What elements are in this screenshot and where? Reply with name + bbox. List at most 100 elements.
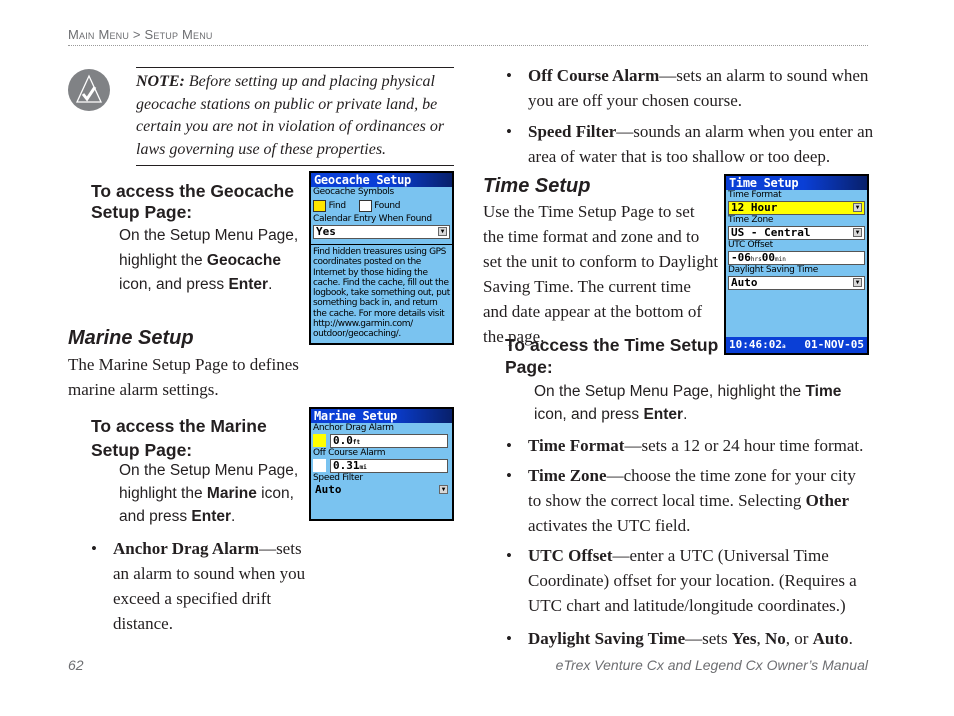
off-course-value: 0.31: [333, 459, 360, 472]
breadcrumb-setup-menu: Setup Menu: [144, 27, 213, 42]
off-course-row: 0.31mi: [313, 459, 450, 473]
bullet-term: Time Zone: [528, 466, 607, 485]
manual-title: eTrex Venture Cx and Legend Cx Owner’s M…: [555, 657, 868, 673]
step-bold-enter: Enter: [643, 406, 684, 423]
symbols-row: Find Found: [311, 198, 452, 214]
dst-value: Auto: [731, 276, 758, 289]
step-text: .: [231, 508, 236, 525]
geocache-access-step: On the Setup Menu Page, highlight the Ge…: [119, 224, 309, 298]
speed-filter-value: Auto: [315, 483, 342, 496]
calendar-entry-value: Yes: [316, 225, 336, 238]
geocache-symbols-label: Geocache Symbols: [313, 187, 394, 197]
bullet-anchor-drag-alarm: • Anchor Drag Alarm—sets an alarm to sou…: [91, 536, 313, 636]
marine-access-step: On the Setup Menu Page, highlight the Ma…: [119, 459, 309, 528]
time-setup-screen: Time Setup Time Format 12 Hour ▼ Time Zo…: [724, 174, 869, 355]
time-status-bar: 10:46:02a 01-NOV-05: [726, 337, 867, 353]
off-course-unit: mi: [359, 464, 367, 471]
marine-setup-screen: Marine Setup Anchor Drag Alarm 0.0ft Off…: [309, 407, 454, 521]
bullet-text: activates the UTC field.: [528, 516, 691, 535]
screen-title: Time Setup: [726, 176, 867, 190]
utc-hours-unit: hrs: [750, 256, 762, 263]
find-label: Find: [328, 201, 347, 211]
header-divider: [68, 45, 868, 46]
bullet-term: Other: [805, 491, 850, 510]
bullet-text: —sets a 12 or 24 hour time format.: [624, 436, 864, 455]
page-number: 62: [68, 657, 84, 673]
anchor-unit: ft: [352, 439, 361, 446]
dropdown-arrow-icon: ▼: [853, 228, 862, 237]
anchor-value: 0.0: [333, 434, 353, 447]
time-setup-heading: Time Setup: [483, 175, 591, 197]
option-no: No: [764, 629, 786, 648]
geocache-access-heading: To access the Geocache Setup Page:: [91, 181, 306, 223]
calendar-entry-select[interactable]: Yes ▼: [313, 225, 450, 239]
breadcrumb-separator: >: [132, 27, 141, 42]
dropdown-arrow-icon: ▼: [853, 278, 862, 287]
bullet-daylight-saving-time: • Daylight Saving Time—sets Yes, No, or …: [506, 626, 898, 651]
bullet-text: ,: [756, 629, 765, 648]
anchor-drag-label: Anchor Drag Alarm: [313, 423, 394, 433]
utc-minutes: 00: [761, 251, 775, 264]
bullet-time-zone: • Time Zone—choose the time zone for you…: [506, 463, 873, 538]
dropdown-arrow-icon: ▼: [438, 227, 447, 236]
bullet-term: Time Format: [528, 436, 625, 455]
found-treasure-icon[interactable]: [358, 199, 372, 212]
bullet-text: , or: [785, 629, 813, 648]
marine-setup-heading: Marine Setup: [68, 327, 194, 349]
bullet-dot: •: [91, 539, 97, 558]
option-auto: Auto: [812, 629, 849, 648]
breadcrumb-main-menu: Main Menu: [68, 27, 130, 42]
bullet-time-format: • Time Format—sets a 12 or 24 hour time …: [506, 433, 898, 458]
bullet-term: Anchor Drag Alarm: [113, 539, 260, 558]
time-access-heading: To access the Time Setup Page:: [505, 334, 730, 378]
utc-hours: -06: [731, 251, 751, 264]
calendar-entry-label: Calendar Entry When Found: [313, 214, 432, 224]
speed-filter-select[interactable]: Auto ▼: [313, 484, 450, 496]
bullet-term: UTC Offset: [528, 546, 613, 565]
bullet-dot: •: [506, 546, 512, 565]
dst-select[interactable]: Auto ▼: [728, 276, 865, 290]
geocache-description: Find hidden treasures using GPS coordina…: [311, 244, 452, 342]
utc-offset-field[interactable]: -06hrs00min: [728, 251, 865, 265]
time-format-select[interactable]: 12 Hour ▼: [728, 201, 865, 215]
bullet-text: .: [848, 629, 853, 648]
bullet-utc-offset: • UTC Offset—enter a UTC (Universal Time…: [506, 543, 878, 618]
time-zone-select[interactable]: US - Central ▼: [728, 226, 865, 240]
step-bold-enter: Enter: [228, 276, 269, 293]
anchor-drag-row: 0.0ft: [313, 434, 450, 448]
off-course-toggle-checkbox[interactable]: [313, 459, 326, 472]
off-course-field[interactable]: 0.31mi: [330, 459, 448, 473]
dropdown-arrow-icon: ▼: [439, 485, 448, 494]
option-yes: Yes: [731, 629, 757, 648]
dropdown-arrow-icon: ▼: [853, 203, 862, 212]
step-bold-time: Time: [805, 383, 842, 400]
current-date: 01-NOV-05: [804, 338, 864, 351]
bullet-off-course-alarm: • Off Course Alarm—sets an alarm to soun…: [506, 63, 893, 113]
time-format-value: 12 Hour: [731, 201, 778, 214]
breadcrumb: Main Menu > Setup Menu: [68, 27, 213, 42]
note-box: NOTE: Before setting up and placing phys…: [136, 67, 454, 166]
step-text: icon, and press: [119, 276, 229, 293]
geocache-setup-screen: Geocache Setup Geocache Symbols Find Fou…: [309, 171, 454, 345]
bullet-term: Daylight Saving Time: [528, 629, 686, 648]
bullet-dot: •: [506, 122, 512, 141]
bullet-dot: •: [506, 66, 512, 85]
step-bold-enter: Enter: [191, 508, 232, 525]
step-text: .: [268, 276, 273, 293]
utc-offset-label: UTC Offset: [728, 240, 773, 250]
bullet-text: —sets: [685, 629, 732, 648]
screen-title: Geocache Setup: [311, 173, 452, 187]
heading-line: To access the Marine: [91, 416, 267, 436]
time-zone-label: Time Zone: [728, 215, 774, 225]
bullet-dot: •: [506, 629, 512, 648]
bullet-term: Speed Filter: [528, 122, 617, 141]
anchor-drag-field[interactable]: 0.0ft: [330, 434, 448, 448]
anchor-toggle-checkbox[interactable]: [313, 434, 326, 447]
bullet-term: Off Course Alarm: [528, 66, 660, 85]
dst-label: Daylight Saving Time: [728, 265, 818, 275]
step-text: icon, and press: [534, 406, 644, 423]
current-time-value: 10:46:02: [729, 338, 782, 351]
current-time: 10:46:02a: [729, 337, 786, 353]
find-treasure-icon[interactable]: [313, 199, 326, 212]
step-text: On the Setup Menu Page, highlight the: [534, 383, 806, 400]
